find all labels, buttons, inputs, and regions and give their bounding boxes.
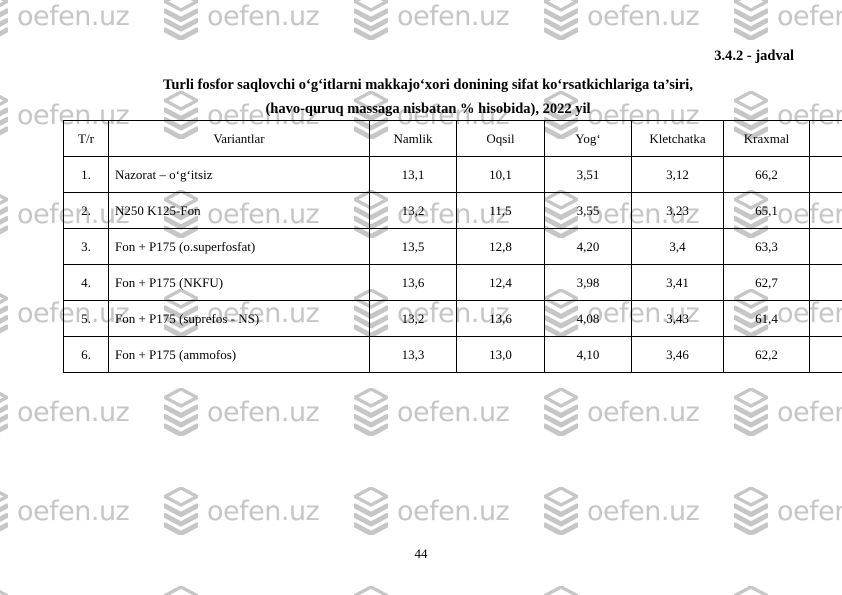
cell-kul: 1,6 xyxy=(809,300,842,337)
cell-nr: 3. xyxy=(63,228,109,265)
cell-oqsil: 11,5 xyxy=(456,192,545,229)
cell-namlik: 13,2 xyxy=(369,192,457,229)
table-row: 1. Nazorat – o‘g‘itsiz 13,1 10,1 3,51 3,12 66,… xyxy=(63,156,842,193)
quality-indicators-table: T/r Variantlar Namlik Oqsil Yog‘ Kletcha… xyxy=(63,120,842,373)
cell-nr: 2. xyxy=(63,192,109,229)
cell-kletchatka: 3,4 xyxy=(631,228,724,265)
cell-kletchatka: 3,43 xyxy=(631,300,724,337)
cell-variant: N250 K125-Fon xyxy=(108,192,370,229)
table-row: 5. Fon + P175 (suprefos - NS) 13,2 13,6 4,08… xyxy=(63,300,842,337)
page-number: 44 xyxy=(414,546,428,561)
column-header-kraxmal: Kraxmal xyxy=(723,120,810,157)
table-row: 6. Fon + P175 (ammofos) 13,3 13,0 4,10 3,46 62… xyxy=(63,336,842,373)
cell-yog: 3,98 xyxy=(544,264,632,301)
cell-namlik: 13,5 xyxy=(369,228,457,265)
cell-nr: 1. xyxy=(63,156,109,193)
cell-kletchatka: 3,23 xyxy=(631,192,724,229)
cell-kraxmal: 61,4 xyxy=(723,300,810,337)
table-header-row: T/r Variantlar Namlik Oqsil Yog‘ Kletcha… xyxy=(63,120,842,157)
cell-kul: 1,1 xyxy=(809,156,842,193)
column-header-kul: Kul xyxy=(809,120,842,157)
title-line-1: Turli fosfor saqlovchi o‘g‘itlarni makka… xyxy=(163,77,693,93)
cell-kul: 1,4 xyxy=(809,336,842,373)
cell-variant: Nazorat – o‘g‘itsiz xyxy=(108,156,370,193)
cell-yog: 4,20 xyxy=(544,228,632,265)
cell-nr: 4. xyxy=(63,264,109,301)
cell-variant: Fon + P175 (ammofos) xyxy=(108,336,370,373)
cell-kletchatka: 3,12 xyxy=(631,156,724,193)
table-body: 1. Nazorat – o‘g‘itsiz 13,1 10,1 3,51 3,12 66,… xyxy=(63,156,842,373)
document-page: 3.4.2 - jadval Turli fosfor saqlovchi o‘… xyxy=(0,0,842,595)
cell-yog: 4,10 xyxy=(544,336,632,373)
cell-namlik: 13,1 xyxy=(369,156,457,193)
cell-oqsil: 13,6 xyxy=(456,300,545,337)
cell-kraxmal: 66,2 xyxy=(723,156,810,193)
table-header: T/r Variantlar Namlik Oqsil Yog‘ Kletcha… xyxy=(63,120,842,157)
cell-namlik: 13,6 xyxy=(369,264,457,301)
cell-namlik: 13,2 xyxy=(369,300,457,337)
column-header-nr: T/r xyxy=(63,120,109,157)
table-row: 2.N250 K125-Fon13,211,53,553,2365,11,3 xyxy=(63,192,842,229)
cell-kul: 1,3 xyxy=(809,264,842,301)
cell-variant: Fon + P175 (o.superfosfat) xyxy=(108,228,370,265)
cell-kraxmal: 62,7 xyxy=(723,264,810,301)
cell-namlik: 13,3 xyxy=(369,336,457,373)
cell-nr: 6. xyxy=(63,336,109,373)
cell-oqsil: 12,4 xyxy=(456,264,545,301)
cell-yog: 3,55 xyxy=(544,192,632,229)
table-row: 4.Fon + P175 (NKFU)13,612,43,983,4162,71… xyxy=(63,264,842,301)
cell-kul: 1,3 xyxy=(809,192,842,229)
table-row: 3. Fon + P175 (o.superfosfat) 13,5 12,8 4,20… xyxy=(63,228,842,265)
cell-kletchatka: 3,46 xyxy=(631,336,724,373)
cell-oqsil: 12,8 xyxy=(456,228,545,265)
cell-kraxmal: 62,2 xyxy=(723,336,810,373)
cell-variant: Fon + P175 (suprefos - NS) xyxy=(108,300,370,337)
column-header-yog: Yog‘ xyxy=(544,120,632,157)
column-header-namlik: Namlik xyxy=(369,120,457,157)
cell-kraxmal: 63,3 xyxy=(723,228,810,265)
cell-kul: 1,4 xyxy=(809,228,842,265)
cell-nr: 5. xyxy=(63,300,109,337)
page-title: Turli fosfor saqlovchi o‘g‘itlarni makka… xyxy=(63,74,793,120)
cell-oqsil: 13,0 xyxy=(456,336,545,373)
column-header-kletchatka: Kletchatka xyxy=(631,120,724,157)
column-header-oqsil: Oqsil xyxy=(456,120,545,157)
cell-variant: Fon + P175 (NKFU) xyxy=(108,264,370,301)
cell-kletchatka: 3,41 xyxy=(631,264,724,301)
title-line-2: (havo-quruq massaga nisbatan % hisobida)… xyxy=(265,101,591,117)
cell-kraxmal: 65,1 xyxy=(723,192,810,229)
cell-oqsil: 10,1 xyxy=(456,156,545,193)
cell-yog: 3,51 xyxy=(544,156,632,193)
cell-yog: 4,08 xyxy=(544,300,632,337)
table-number-label: 3.4.2 - jadval xyxy=(714,48,794,64)
column-header-variantlar: Variantlar xyxy=(108,120,370,157)
